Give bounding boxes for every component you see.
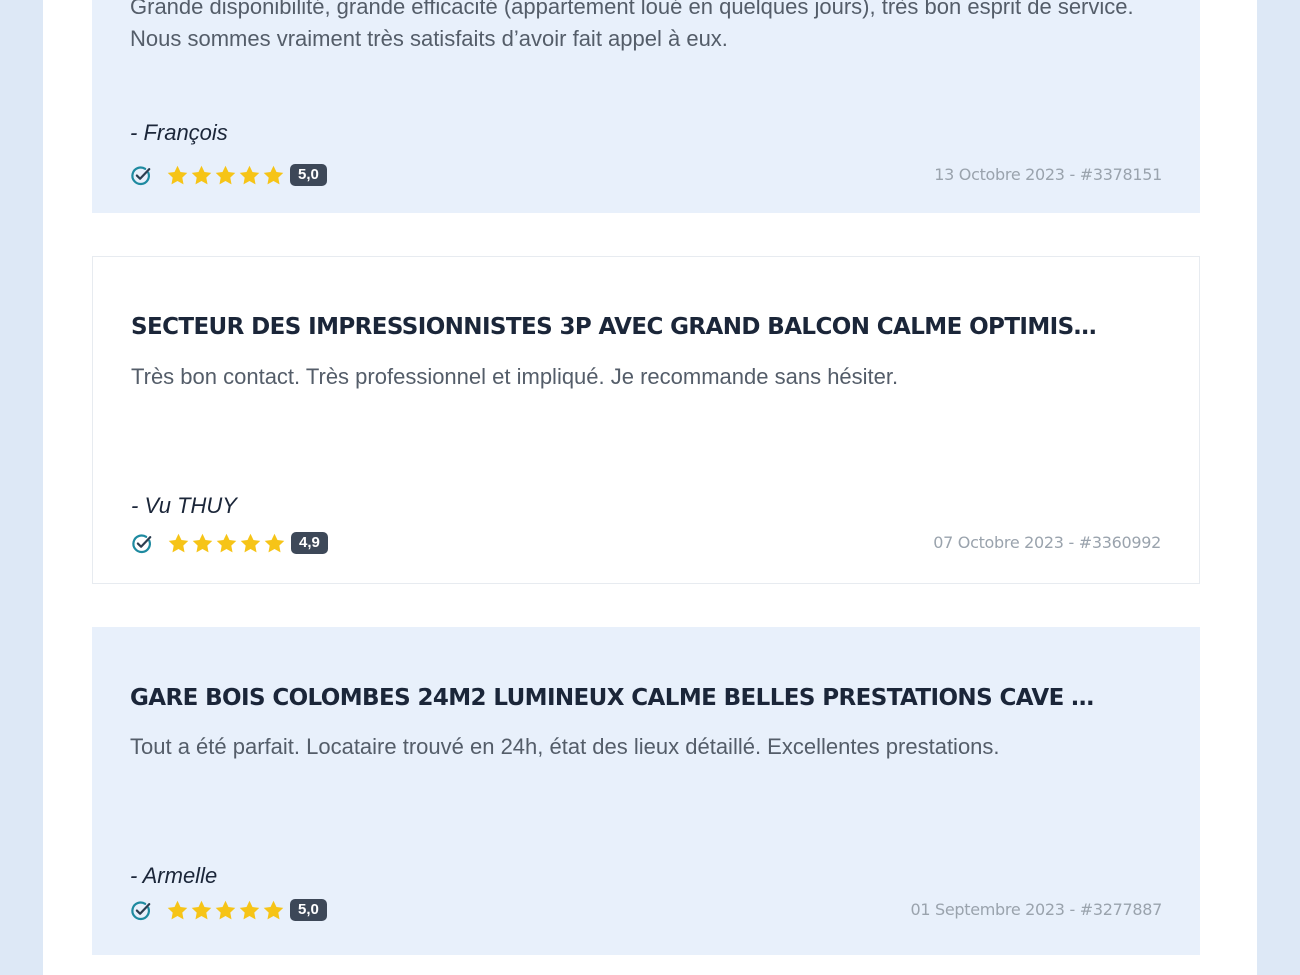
star-icon [215, 900, 236, 920]
review-card: SECTEUR DES IMPRESSIONNISTES 3P AVEC GRA… [92, 256, 1200, 584]
review-author: - Armelle [130, 863, 218, 888]
star-icon [240, 533, 261, 553]
check-circle-icon [131, 166, 151, 186]
review-body: Grande disponibilité, grande efficacité … [130, 0, 1134, 51]
rating-badge: 4,9 [291, 532, 328, 554]
review-body: Tout a été parfait. Locataire trouvé en … [130, 734, 1000, 759]
star-icon [264, 533, 285, 553]
star-icon [239, 165, 260, 185]
review-date-id: 13 Octobre 2023 - #3378151 [934, 165, 1162, 184]
check-circle-icon [131, 901, 151, 921]
check-circle-icon [132, 534, 152, 554]
review-body: Très bon contact. Très professionnel et … [131, 364, 899, 389]
review-date-id: 07 Octobre 2023 - #3360992 [933, 533, 1161, 552]
review-meta-row: 5,0 13 Octobre 2023 - #3378151 [130, 163, 1162, 189]
star-icon [239, 900, 260, 920]
star-rating [167, 532, 286, 556]
review-author: - Vu THUY [131, 493, 237, 518]
star-rating [166, 899, 285, 923]
star-icon [191, 165, 212, 185]
review-date-id: 01 Septembre 2023 - #3277887 [910, 900, 1162, 919]
star-icon [263, 900, 284, 920]
star-icon [167, 165, 188, 185]
reviews-page: Grande disponibilité, grande efficacité … [43, 0, 1257, 975]
review-meta-row: 5,0 01 Septembre 2023 - #3277887 [130, 898, 1162, 924]
review-title: SECTEUR DES IMPRESSIONNISTES 3P AVEC GRA… [131, 314, 1101, 340]
rating-badge: 5,0 [290, 164, 327, 186]
review-card: Grande disponibilité, grande efficacité … [92, 0, 1200, 213]
star-icon [215, 165, 236, 185]
star-icon [167, 900, 188, 920]
star-icon [263, 165, 284, 185]
star-icon [168, 533, 189, 553]
star-icon [191, 900, 212, 920]
review-title: GARE BOIS COLOMBES 24M2 LUMINEUX CALME B… [130, 685, 1100, 711]
star-rating [166, 164, 285, 188]
star-icon [192, 533, 213, 553]
review-card: GARE BOIS COLOMBES 24M2 LUMINEUX CALME B… [92, 627, 1200, 955]
review-meta-row: 4,9 07 Octobre 2023 - #3360992 [131, 531, 1161, 557]
rating-badge: 5,0 [290, 899, 327, 921]
review-author: - François [130, 120, 228, 145]
star-icon [216, 533, 237, 553]
